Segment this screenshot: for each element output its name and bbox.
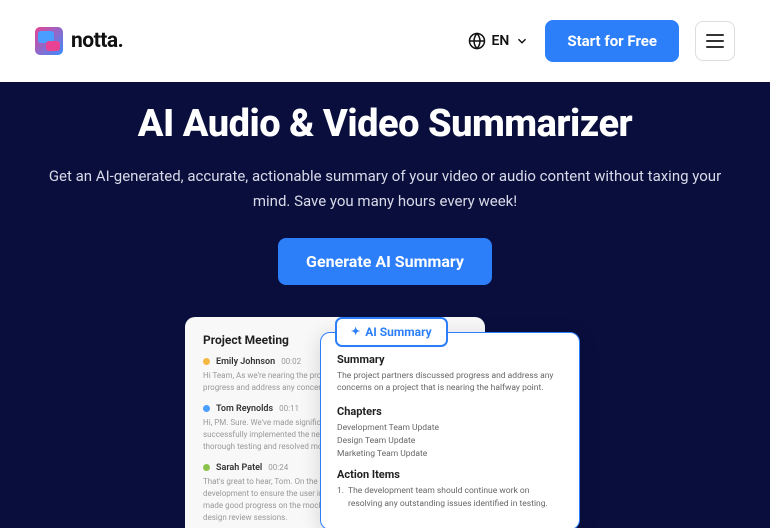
preview-container: Project Meeting Emily Johnson00:02Hi Tea… — [185, 317, 585, 528]
hamburger-line — [706, 34, 724, 36]
speaker-name: Emily Johnson — [216, 357, 275, 367]
menu-button[interactable] — [695, 21, 735, 61]
header: notta. EN Start for Free — [0, 0, 770, 82]
ai-summary-badge: ✦ AI Summary — [335, 317, 448, 347]
action-item: 1.The development team should continue w… — [337, 485, 563, 511]
summary-heading: Summary — [337, 353, 563, 366]
chapter-item: Marketing Team Update — [337, 448, 563, 461]
speaker-dot — [203, 358, 210, 365]
language-selector[interactable]: EN — [468, 32, 530, 50]
summary-text: The project partners discussed progress … — [337, 370, 563, 396]
speaker-name: Tom Reynolds — [216, 404, 273, 414]
logo[interactable]: notta. — [35, 27, 123, 55]
actions-heading: Action Items — [337, 468, 563, 481]
logo-icon — [35, 27, 63, 55]
chevron-down-icon — [515, 34, 529, 48]
chapters-heading: Chapters — [337, 405, 563, 418]
chapter-item: Design Team Update — [337, 435, 563, 448]
brand-name: notta. — [71, 29, 123, 53]
generate-summary-button[interactable]: Generate AI Summary — [278, 238, 492, 285]
hamburger-line — [706, 40, 724, 42]
sparkle-icon: ✦ — [351, 325, 360, 338]
speaker-name: Sarah Patel — [216, 463, 262, 473]
speaker-time: 00:11 — [279, 404, 299, 413]
speaker-dot — [203, 464, 210, 471]
chapter-item: Development Team Update — [337, 422, 563, 435]
language-label: EN — [492, 33, 510, 49]
page-subtitle: Get an AI-generated, accurate, actionabl… — [30, 164, 740, 214]
page-title: AI Audio & Video Summarizer — [30, 102, 740, 146]
speaker-dot — [203, 405, 210, 412]
speaker-time: 00:02 — [281, 357, 301, 366]
badge-label: AI Summary — [365, 325, 431, 339]
globe-icon — [468, 32, 486, 50]
hamburger-line — [706, 46, 724, 48]
start-free-button[interactable]: Start for Free — [545, 20, 679, 62]
action-text: The development team should continue wor… — [348, 485, 563, 511]
hero-section: AI Audio & Video Summarizer Get an AI-ge… — [0, 82, 770, 528]
summary-card: ✦ AI Summary Summary The project partner… — [320, 332, 580, 528]
speaker-time: 00:24 — [268, 463, 288, 472]
header-actions: EN Start for Free — [468, 20, 735, 62]
